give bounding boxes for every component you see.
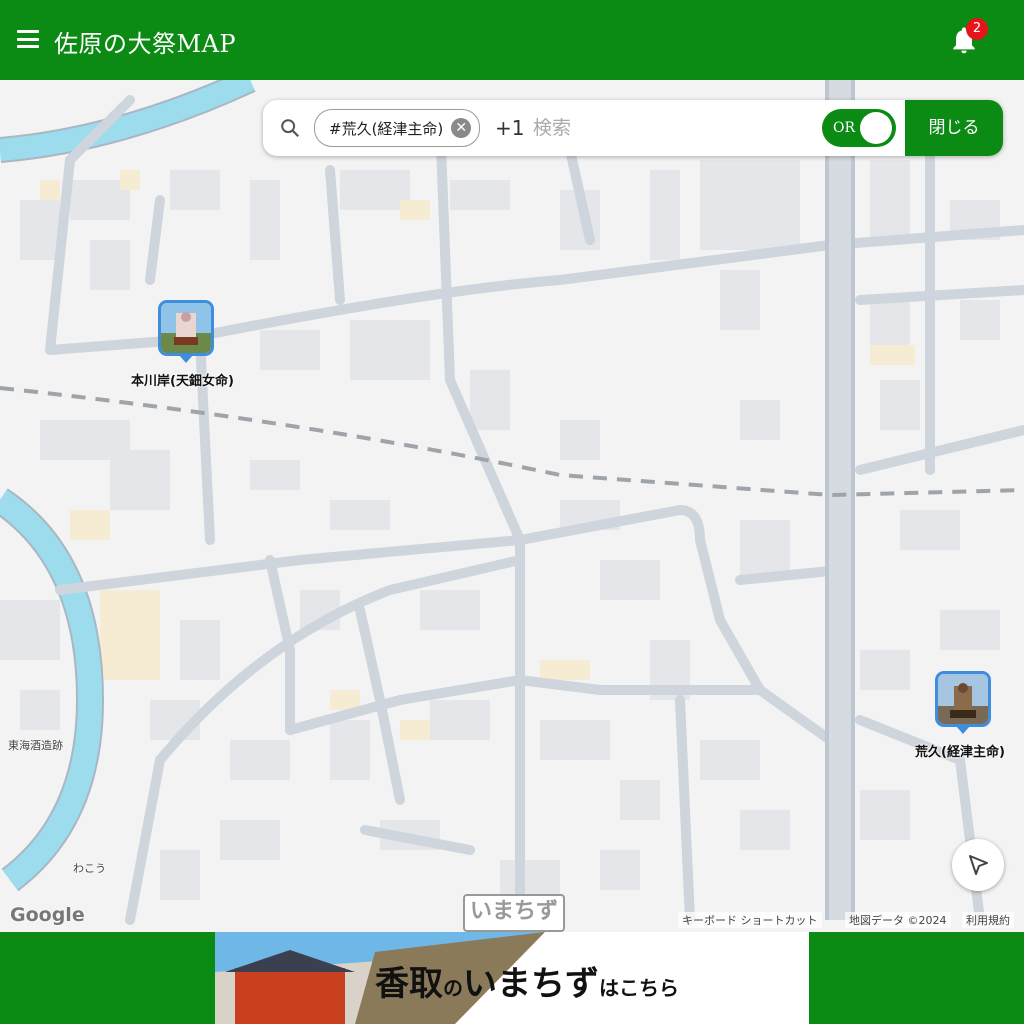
or-toggle[interactable]: OR <box>822 109 896 147</box>
keyboard-shortcuts-link[interactable]: キーボード ショートカット <box>678 912 822 928</box>
footer-bar: 香取のいまちずはこちら <box>0 932 1024 1024</box>
marker-pointer <box>956 726 970 734</box>
app-header: 佐原の大祭MAP 2 <box>0 0 1024 80</box>
search-input[interactable] <box>531 112 815 144</box>
my-location-button[interactable] <box>952 839 1004 891</box>
imachizu-banner[interactable]: 香取のいまちずはこちら <box>215 932 809 1024</box>
search-icon[interactable] <box>279 117 301 139</box>
float-marker-honkawagishi[interactable] <box>158 300 214 356</box>
toggle-knob <box>860 112 892 144</box>
poi-label: わこう <box>73 862 106 875</box>
toggle-label: OR <box>833 120 856 136</box>
banner-text: 香取のいまちずはこちら <box>375 964 679 1004</box>
chip-close-icon[interactable]: ✕ <box>451 118 472 138</box>
map-base-layer <box>0 80 1024 932</box>
poi-label: 東海酒造跡 <box>8 739 63 752</box>
terms-link[interactable]: 利用規約 <box>962 912 1014 928</box>
map-data-attribution: 地図データ ©2024 <box>845 912 951 928</box>
imachizu-watermark: いまちず <box>463 894 565 932</box>
filter-chip-label: #荒久(経津主命) <box>329 119 444 138</box>
hamburger-menu-icon[interactable] <box>17 30 39 48</box>
more-filters-count[interactable]: +1 <box>495 116 524 140</box>
app-title: 佐原の大祭MAP <box>54 30 237 58</box>
marker-pointer <box>179 355 193 363</box>
float-photo-icon <box>161 303 211 353</box>
google-logo: Google <box>10 904 85 926</box>
marker-label[interactable]: 荒久(経津主命) <box>915 741 1005 760</box>
marker-label[interactable]: 本川岸(天鈿女命) <box>131 370 234 389</box>
search-bar: #荒久(経津主命) ✕ +1 OR 閉じる <box>263 100 1003 156</box>
float-marker-araku[interactable] <box>935 671 991 727</box>
close-button[interactable]: 閉じる <box>905 100 1003 156</box>
float-photo-icon <box>938 674 988 724</box>
map-canvas[interactable] <box>0 80 1024 932</box>
notification-badge: 2 <box>966 18 988 40</box>
navigation-arrow-icon <box>969 855 988 875</box>
filter-chip[interactable]: #荒久(経津主命) ✕ <box>314 109 481 147</box>
